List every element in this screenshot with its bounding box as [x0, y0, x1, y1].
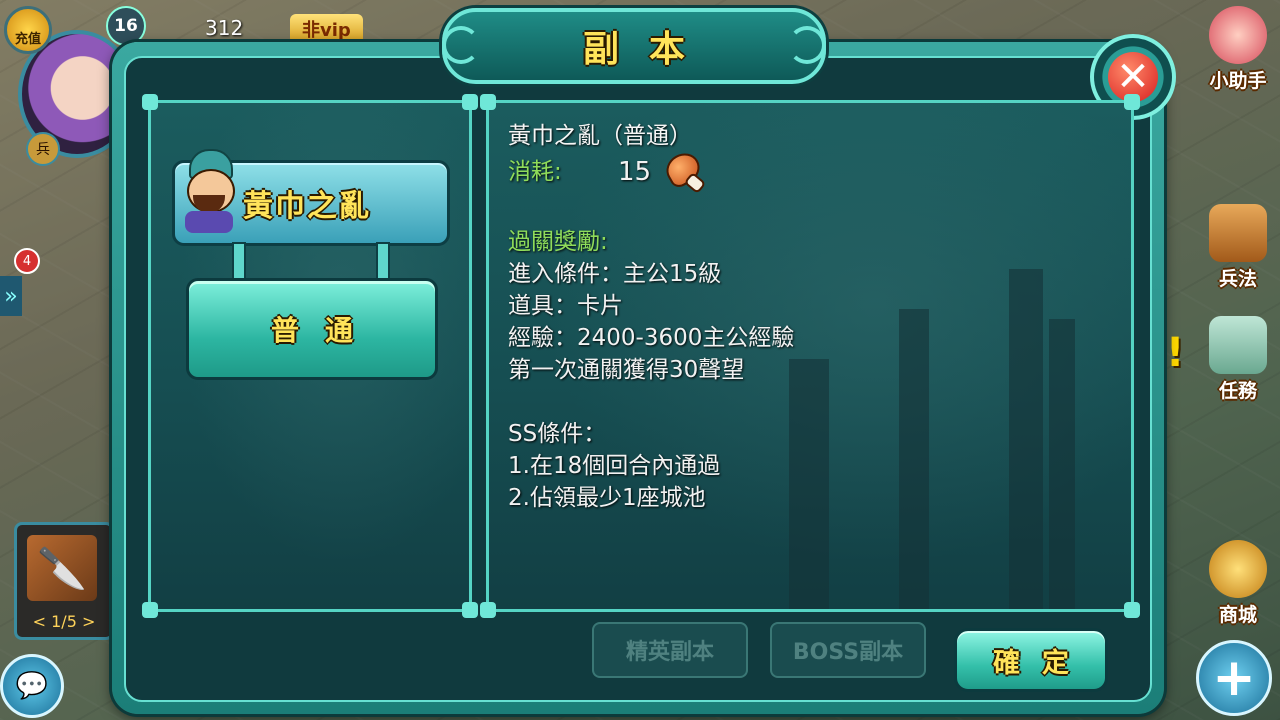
notification-badge: 4	[14, 248, 40, 274]
dialog-title: 副本	[582, 29, 715, 70]
tab-boss-dungeon[interactable]: BOSS副本	[770, 622, 926, 678]
cost-value: 15	[618, 157, 652, 187]
ss-line: 1.在18個回合內通過	[508, 453, 721, 479]
cost-label: 消耗:	[508, 159, 562, 185]
gold-count: 312	[205, 16, 244, 40]
reward-line: 道具：卡片	[508, 293, 623, 319]
reward-line: 第一次通關獲得30聲望	[508, 357, 745, 383]
plus-icon[interactable]: +	[1196, 640, 1272, 716]
reward-line: 經驗：2400-3600主公經驗	[508, 325, 795, 351]
panel-corner	[480, 94, 496, 110]
drumstick-icon	[658, 147, 707, 195]
player-level-badge: 16	[106, 6, 146, 46]
recharge-button[interactable]: 充值	[4, 6, 52, 54]
panel-corner	[462, 602, 478, 618]
dungeon-name: 黃巾之亂	[243, 189, 371, 224]
quest-button[interactable]: 任務	[1196, 316, 1280, 403]
dungeon-info: 黃巾之亂（普通） 消耗: 15 過關獎勵: 進入條件：主公15級 道具：卡片 經…	[508, 120, 1108, 514]
body	[185, 211, 233, 233]
panel-corner	[1124, 94, 1140, 110]
ornament-right-icon	[788, 26, 826, 64]
shop-label: 商城	[1218, 604, 1257, 626]
info-heading: 黃巾之亂（普通）	[508, 123, 692, 149]
panel-corner	[480, 602, 496, 618]
dialog-title-plate: 副本	[442, 8, 826, 84]
tactics-label: 兵法	[1218, 268, 1257, 290]
exclamation-icon: !	[1166, 330, 1185, 376]
weapon-pager[interactable]: < 1/5 >	[17, 612, 111, 631]
chat-button[interactable]: 💬	[0, 654, 64, 718]
quest-label: 任務	[1218, 380, 1257, 402]
difficulty-label: 普通	[270, 314, 379, 347]
helper-button[interactable]: 小助手	[1196, 6, 1280, 93]
ornament-left-icon	[442, 26, 480, 64]
soldier-icon[interactable]: 兵	[26, 132, 60, 166]
helper-icon	[1209, 6, 1267, 64]
panel-corner	[142, 94, 158, 110]
tactics-button[interactable]: 兵法	[1196, 204, 1280, 291]
vip-badge[interactable]: 非vip	[290, 14, 363, 44]
confirm-button[interactable]: 確定	[954, 628, 1108, 692]
panel-corner	[142, 602, 158, 618]
ss-line: 2.佔領最少1座城池	[508, 485, 706, 511]
reward-line: 進入條件：主公15級	[508, 261, 722, 287]
panel-corner	[1124, 602, 1140, 618]
helper-label: 小助手	[1209, 70, 1267, 92]
scroll-icon	[1209, 204, 1267, 262]
shop-icon	[1209, 540, 1267, 598]
quest-icon	[1209, 316, 1267, 374]
dungeon-card-yellow-turban[interactable]: 黃巾之亂	[172, 149, 450, 246]
weapon-slot[interactable]: 🔪 < 1/5 >	[14, 522, 114, 640]
tab-elite-dungeon[interactable]: 精英副本	[592, 622, 748, 678]
recharge-label: 充值	[14, 32, 41, 47]
difficulty-normal-button[interactable]: 普通	[186, 278, 438, 380]
general-portrait-icon	[177, 149, 241, 235]
confirm-label: 確定	[993, 647, 1091, 679]
cost-row: 消耗: 15	[508, 147, 1108, 195]
panel-corner	[462, 94, 478, 110]
ss-title: SS條件：	[508, 421, 607, 447]
cleaver-icon: 🔪	[27, 535, 97, 601]
reward-title: 過關獎勵:	[508, 229, 608, 255]
expand-sidebar-icon[interactable]: »	[0, 276, 22, 316]
shop-button[interactable]: 商城	[1196, 540, 1280, 627]
